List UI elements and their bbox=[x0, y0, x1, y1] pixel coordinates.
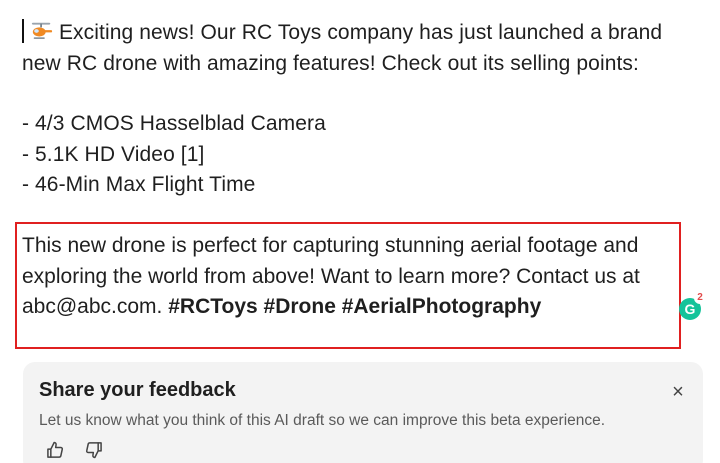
text-cursor bbox=[22, 19, 24, 43]
post-editor: Exciting news! Our RC Toys company has j… bbox=[0, 0, 720, 463]
feature-list: - 4/3 CMOS Hasselblad Camera - 5.1K HD V… bbox=[22, 109, 692, 201]
feedback-description: Let us know what you think of this AI dr… bbox=[39, 412, 606, 429]
thumbs-up-icon[interactable] bbox=[45, 440, 65, 460]
list-item: - 46-Min Max Flight Time bbox=[22, 173, 256, 196]
thumbs-down-icon[interactable] bbox=[84, 440, 104, 460]
post-text-editor[interactable]: Exciting news! Our RC Toys company has j… bbox=[22, 18, 692, 231]
feedback-panel: Share your feedback Let us know what you… bbox=[23, 362, 703, 463]
helicopter-icon bbox=[31, 22, 53, 39]
post-intro: Exciting news! Our RC Toys company has j… bbox=[22, 18, 692, 79]
list-item: - 5.1K HD Video [1] bbox=[22, 142, 205, 166]
list-item: - 4/3 CMOS Hasselblad Camera bbox=[22, 112, 326, 135]
close-icon[interactable]: × bbox=[667, 381, 689, 403]
grammarly-count-badge: 2 bbox=[694, 292, 706, 304]
hashtags: #RCToys #Drone #AerialPhotography bbox=[168, 295, 542, 318]
feedback-title: Share your feedback bbox=[39, 379, 236, 401]
intro-text: Exciting news! Our RC Toys company has j… bbox=[22, 21, 663, 75]
closing-paragraph[interactable]: This new drone is perfect for capturing … bbox=[22, 231, 692, 323]
